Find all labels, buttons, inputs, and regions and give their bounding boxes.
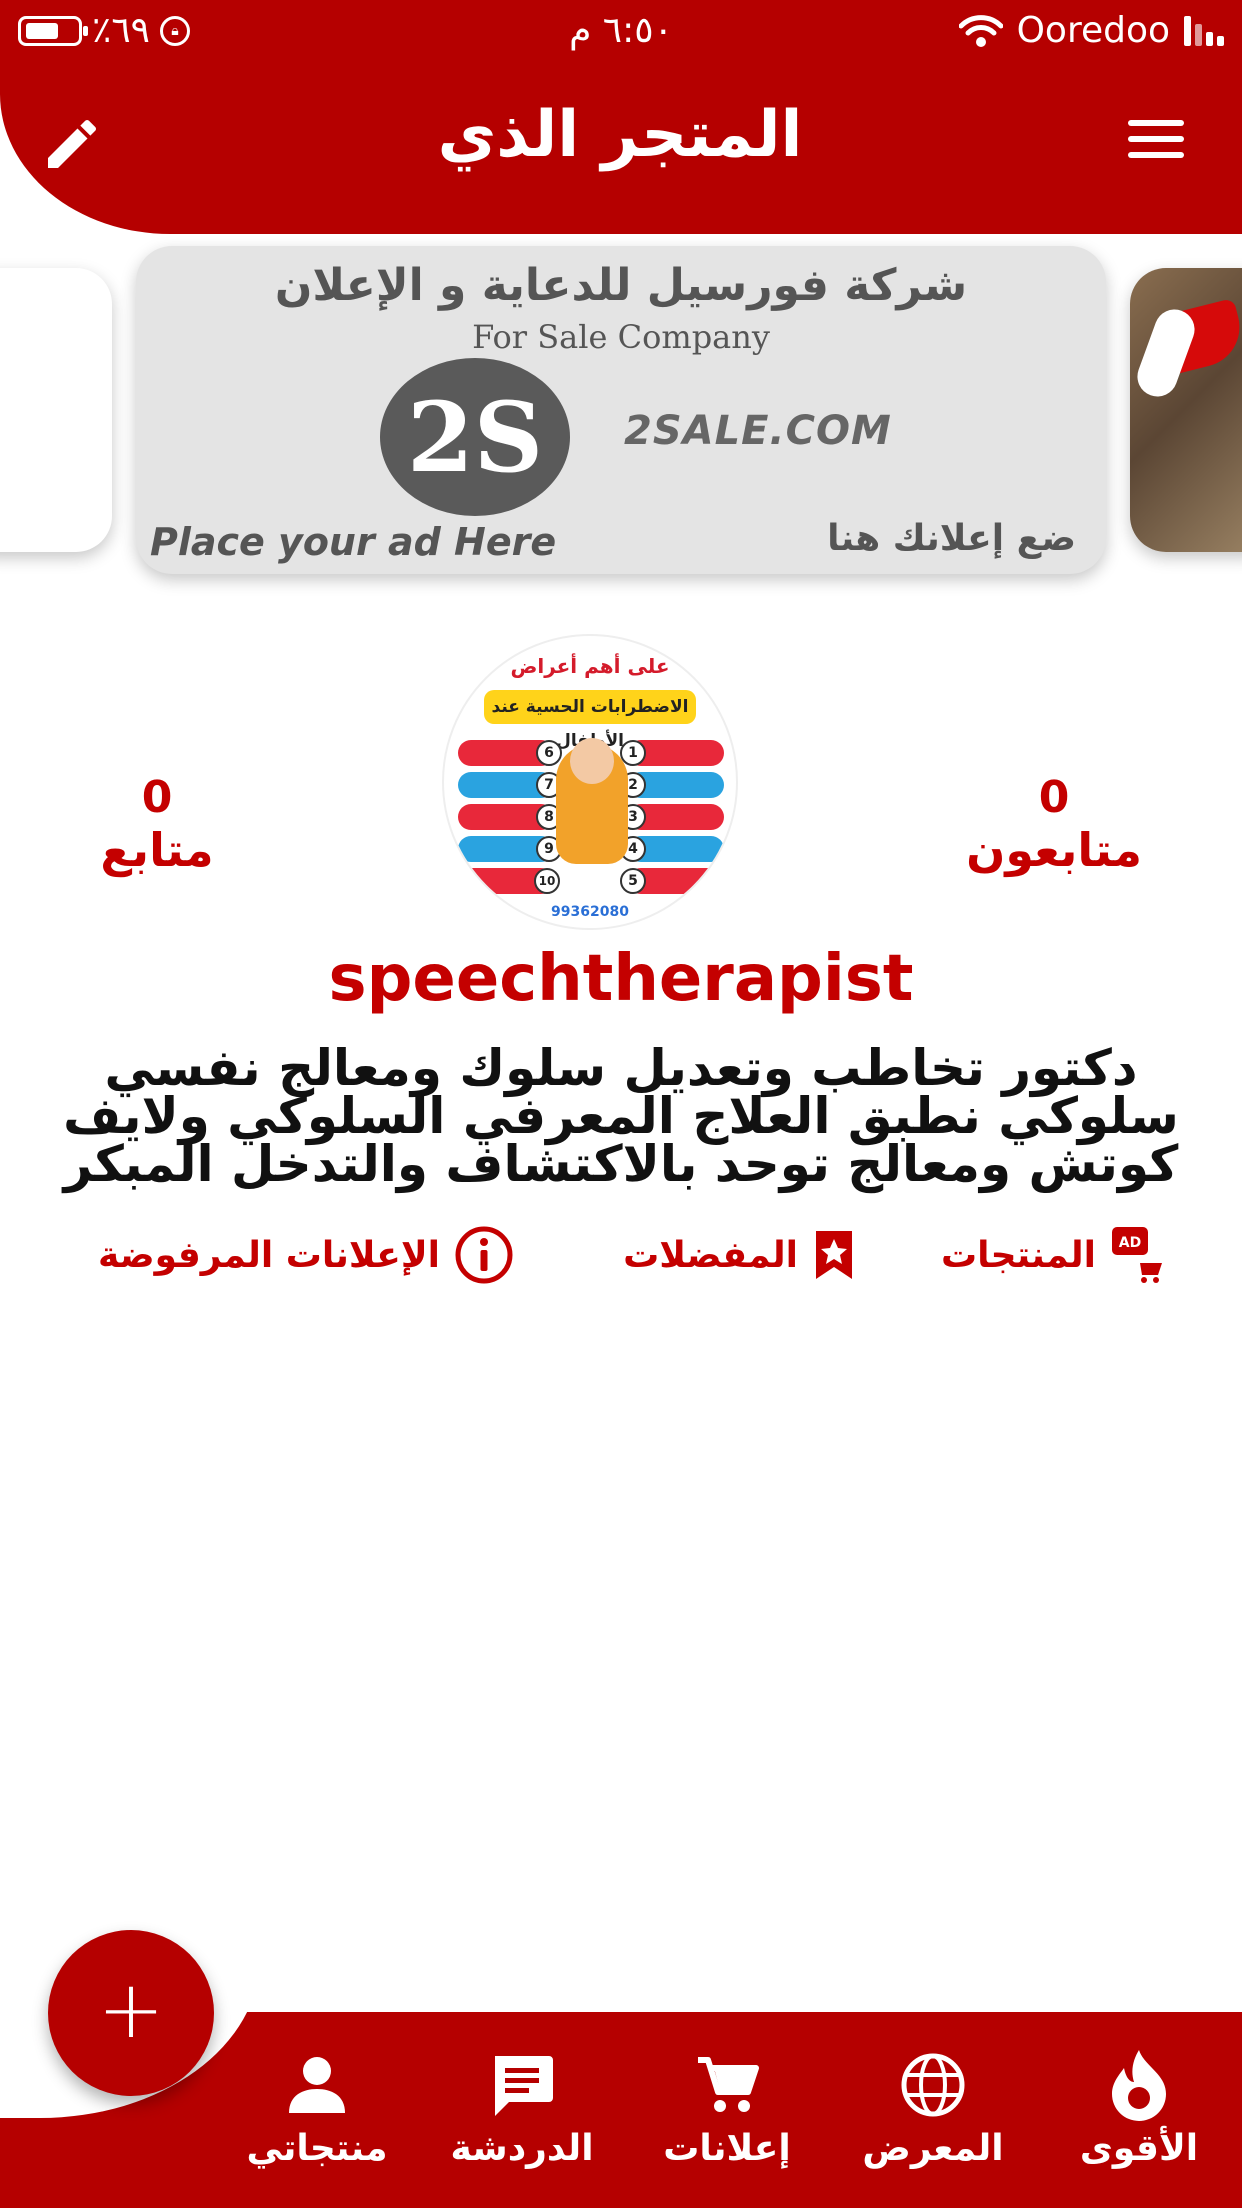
nav-item-chat[interactable]: الدردشة: [427, 2048, 617, 2169]
followers-label: متابعون: [966, 823, 1142, 877]
flame-icon: [1112, 2050, 1166, 2121]
globe-icon: [901, 2053, 965, 2117]
info-icon: [455, 1226, 513, 1284]
chat-icon: [495, 2056, 553, 2116]
cart-icon: [698, 2057, 759, 2112]
bookmark-star-icon: [816, 1231, 852, 1279]
ad-card-next[interactable]: [1130, 268, 1242, 552]
nav-item-chat-label: الدردشة: [450, 2128, 594, 2169]
nav-item-strongest-label: الأقوى: [1079, 2128, 1199, 2169]
avatar-heading: على أهم أعراض: [510, 654, 670, 678]
profile-bio: دكتور تخاطب وتعديل سلوك ومعالج نفسي سلوك…: [63, 1039, 1179, 1193]
svg-text:AD: AD: [1119, 1235, 1141, 1251]
followers-stat[interactable]: 0 متابعون: [954, 772, 1154, 877]
ad-title-english: For Sale Company: [472, 318, 770, 356]
person-icon: [289, 2057, 345, 2113]
nav-item-gallery-label: المعرض: [862, 2128, 1004, 2169]
nav-item-strongest[interactable]: الأقوى: [1044, 2048, 1234, 2169]
avatar-phone: 99362080: [551, 904, 629, 920]
ad-title-arabic: شركة فورسيل للدعاية و الإعلان: [274, 260, 968, 311]
nav-item-my-products[interactable]: منتجاتي: [222, 2048, 412, 2169]
ad-card-previous[interactable]: [0, 268, 112, 552]
ad-domain: 2SALE.COM: [624, 408, 892, 454]
wifi-icon: [958, 14, 1003, 47]
nav-item-ads[interactable]: إعلانات: [632, 2048, 822, 2169]
add-button[interactable]: +: [48, 1930, 214, 2096]
avatar-banner: الاضطرابات الحسية عند الأطفال: [484, 690, 696, 751]
signal-icon: [1184, 15, 1224, 46]
followers-count: 0: [1038, 772, 1070, 823]
status-bar: ٪٦٩ 🔒︎ ٦:٥٠ م Ooredoo: [0, 0, 1242, 64]
username: speechtherapist: [328, 942, 914, 1016]
following-label: متابع: [100, 823, 214, 877]
nav-item-gallery[interactable]: المعرض: [838, 2048, 1028, 2169]
tab-products[interactable]: AD المنتجات: [941, 1222, 1166, 1288]
tab-products-label: المنتجات: [940, 1234, 1096, 1276]
avatar[interactable]: على أهم أعراض الاضطرابات الحسية عند الأط…: [442, 634, 738, 930]
menu-icon[interactable]: [1128, 120, 1184, 164]
tab-rejected-ads-label: الإعلانات المرفوضة: [98, 1234, 440, 1276]
ad-logo: 2S: [380, 358, 570, 516]
edit-icon[interactable]: [40, 112, 104, 176]
following-stat[interactable]: 0 متابع: [57, 772, 257, 877]
tab-rejected-ads[interactable]: الإعلانات المرفوضة: [98, 1222, 514, 1288]
nav-item-ads-label: إعلانات: [663, 2128, 791, 2169]
ad-cart-icon: AD: [1112, 1227, 1162, 1283]
page-title: المتجر الذي: [437, 98, 803, 172]
ad-place-english: Place your ad Here: [150, 520, 557, 564]
tab-favorites-label: المفضلات: [623, 1234, 798, 1276]
avatar-child-image: [556, 738, 628, 864]
ad-card-current[interactable]: شركة فورسيل للدعاية و الإعلان For Sale C…: [136, 246, 1106, 574]
carrier-name: Ooredoo: [1016, 10, 1170, 51]
ad-place-arabic: ضع إعلانك هنا: [827, 518, 1076, 559]
nav-item-my-products-label: منتجاتي: [246, 2128, 388, 2169]
following-count: 0: [141, 772, 173, 823]
tab-favorites[interactable]: المفضلات: [623, 1222, 856, 1288]
